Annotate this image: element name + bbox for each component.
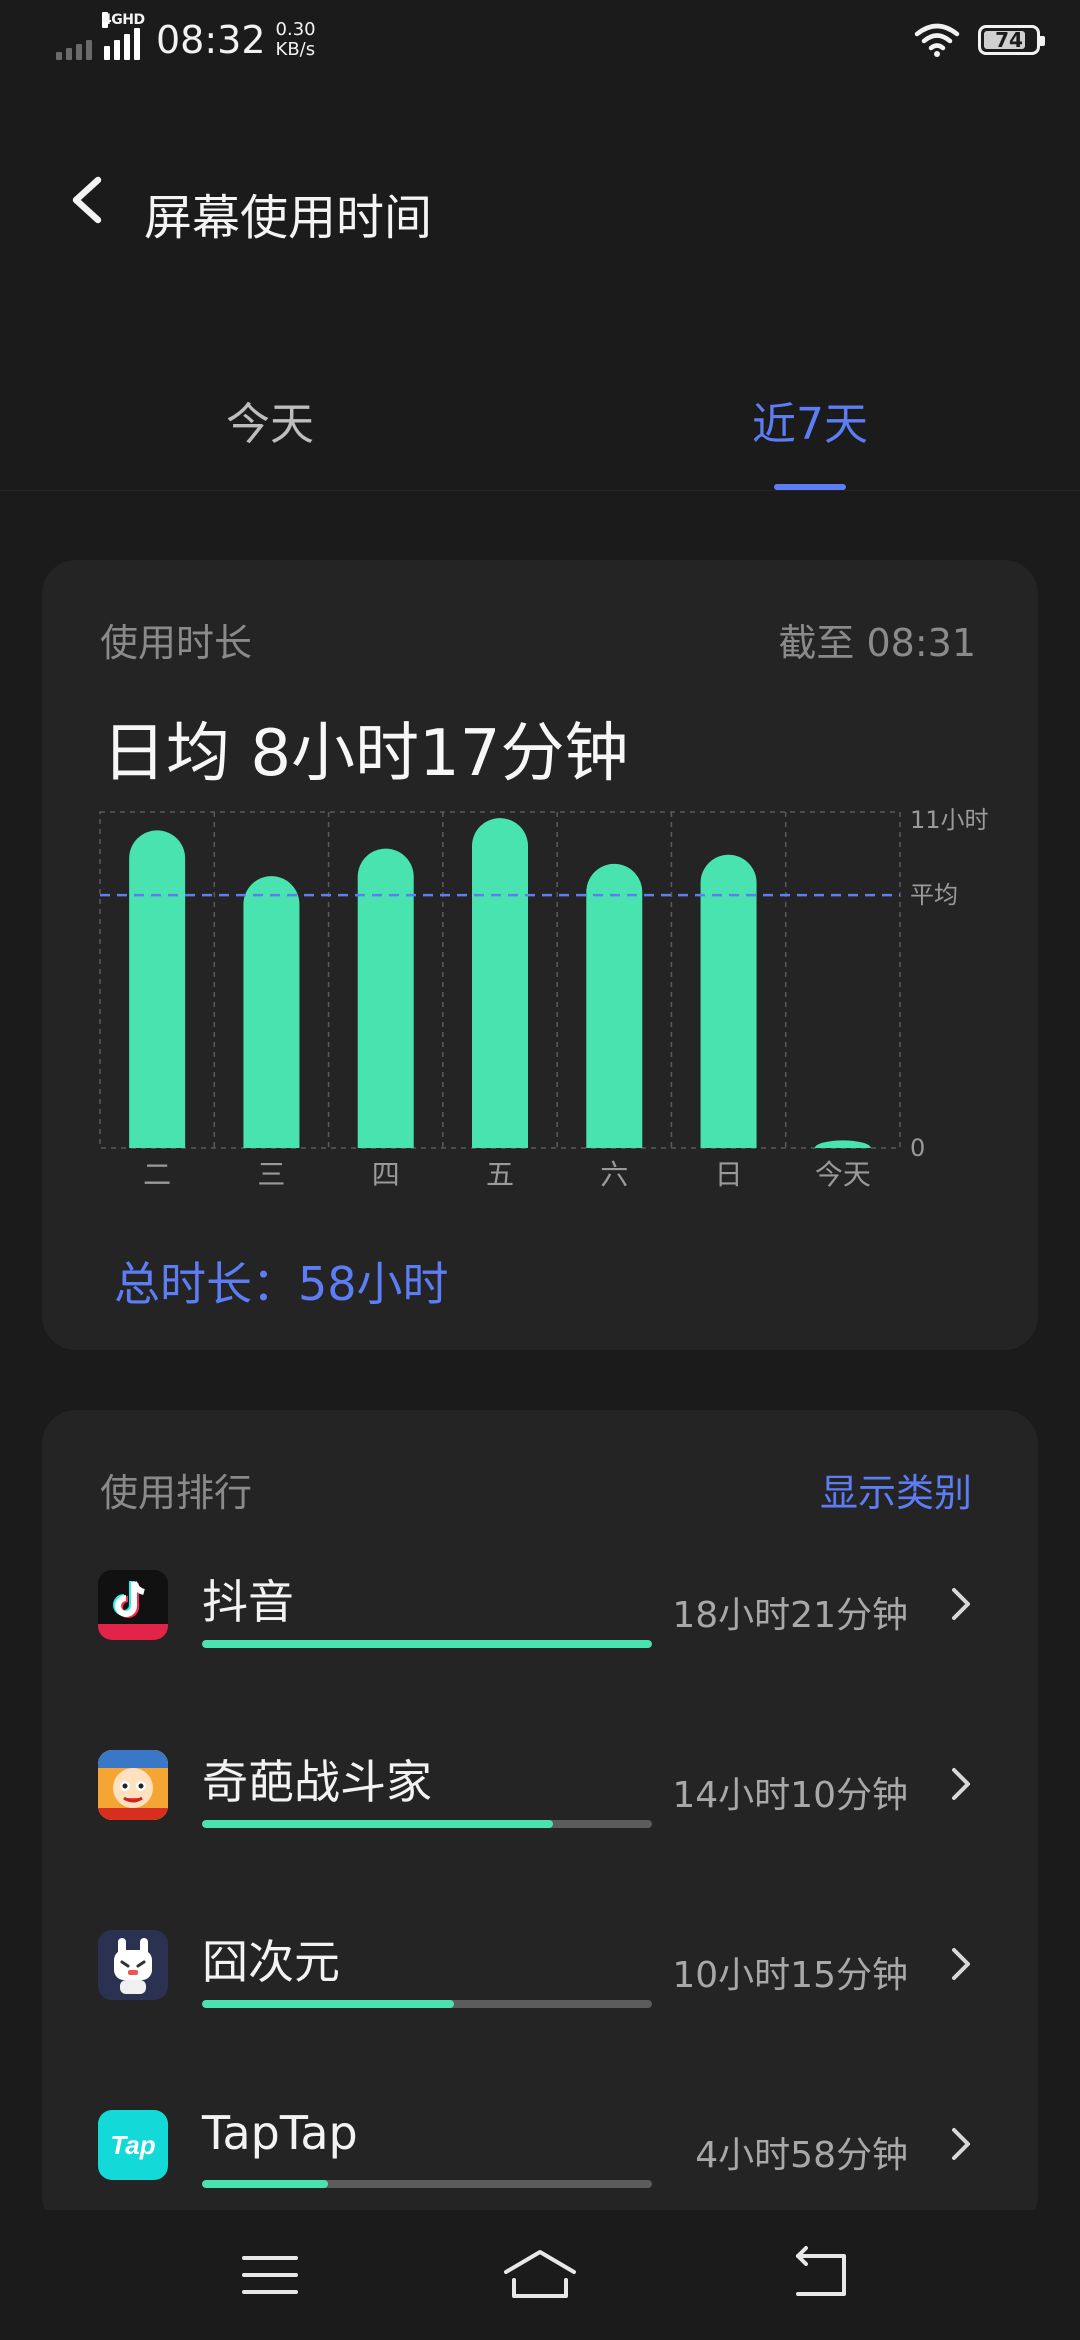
taptap-icon-text: Tap xyxy=(110,2129,156,2160)
network-speed-value: 0.30 xyxy=(275,19,316,40)
total-duration-value: 58小时 xyxy=(298,1257,449,1311)
chart-x-tick-label: 六 xyxy=(600,1158,628,1191)
usage-ranking-card: 使用排行 显示类别 抖音 18小时21分钟 奇葩战斗家 14小时10分钟 囧次元… xyxy=(42,1410,1038,2230)
qipa-fighter-app-icon xyxy=(98,1750,168,1820)
app-usage-bar xyxy=(202,2000,652,2008)
back-icon[interactable] xyxy=(782,2240,862,2310)
battery-percent: 74 xyxy=(995,28,1023,52)
app-name: 抖音 xyxy=(202,1575,294,1629)
screen-time-screen: 4GHD 08:32 0.30 KB/s 74 屏幕使用时间 今天 近7天 使用… xyxy=(0,0,1080,2340)
app-usage-bar-fill xyxy=(202,1820,553,1828)
app-usage-bar-fill xyxy=(202,2000,454,2008)
chart-bar xyxy=(472,818,528,1148)
status-bar: 4GHD 08:32 0.30 KB/s 74 xyxy=(0,0,1080,84)
chart-x-tick-label: 四 xyxy=(372,1158,400,1191)
app-usage-bar xyxy=(202,1640,652,1648)
status-time: 08:32 xyxy=(156,18,266,62)
daily-average: 日均 8小时17分钟 xyxy=(102,717,629,791)
chevron-left-icon[interactable] xyxy=(60,170,120,230)
app-row-jiongciyuan[interactable]: 囧次元 10小时15分钟 xyxy=(42,1920,1038,2070)
chart-bar xyxy=(700,854,757,1148)
chart-bar xyxy=(243,876,300,1148)
chart-x-tick-label: 日 xyxy=(715,1158,743,1191)
total-duration: 总时长： 58小时 xyxy=(114,1248,449,1314)
chart-bar xyxy=(814,1140,871,1148)
app-usage-time: 4小时58分钟 xyxy=(695,2135,908,2176)
app-name: 囧次元 xyxy=(202,1935,340,1989)
page-title: 屏幕使用时间 xyxy=(144,190,433,246)
wifi-icon xyxy=(914,23,960,57)
tab-last-7-days[interactable]: 近7天 xyxy=(660,370,960,470)
chart-average-label: 平均 xyxy=(910,881,958,909)
chevron-right-icon xyxy=(952,1948,970,1980)
header: 屏幕使用时间 xyxy=(0,150,1080,270)
chart-bar xyxy=(357,848,414,1148)
total-duration-label: 总时长： xyxy=(114,1257,298,1311)
app-name: 奇葩战斗家 xyxy=(202,1755,432,1809)
chart-x-tick-label: 今天 xyxy=(815,1158,871,1191)
usage-duration-card: 使用时长 截至 08:31 日均 8小时17分钟 二 三 四 五 六 日 今天 11小时平均 0… xyxy=(42,560,1038,1350)
chevron-right-icon xyxy=(952,2128,970,2160)
show-categories-button[interactable]: 显示类别 xyxy=(820,1462,972,1517)
jiongciyuan-app-icon xyxy=(98,1930,168,2000)
status-left: 4GHD 08:32 0.30 KB/s xyxy=(56,12,316,62)
network-speed: 0.30 KB/s xyxy=(276,20,316,60)
chart-x-tick-label: 五 xyxy=(486,1158,514,1191)
app-usage-time: 14小时10分钟 xyxy=(672,1775,908,1816)
network-type: 4GHD xyxy=(102,12,145,28)
app-row-douyin[interactable]: 抖音 18小时21分钟 xyxy=(42,1560,1038,1710)
tab-today[interactable]: 今天 xyxy=(120,370,420,470)
chevron-right-icon xyxy=(952,1588,970,1620)
chart-bar xyxy=(129,830,186,1148)
taptap-app-icon: Tap xyxy=(98,2110,168,2180)
app-usage-bar-fill xyxy=(202,1640,652,1648)
battery-tip xyxy=(1040,36,1045,46)
app-name: TapTap xyxy=(202,2106,358,2160)
network-speed-unit: KB/s xyxy=(275,39,316,60)
chevron-right-icon xyxy=(952,1768,970,1800)
app-usage-time: 18小时21分钟 xyxy=(672,1595,908,1636)
chart-x-tick-label: 三 xyxy=(257,1158,285,1191)
chart-bar xyxy=(586,863,643,1148)
app-usage-time: 10小时15分钟 xyxy=(672,1955,908,1996)
app-row-qipa-fighter[interactable]: 奇葩战斗家 14小时10分钟 xyxy=(42,1740,1038,1890)
usage-ranking-label: 使用排行 xyxy=(100,1471,253,1515)
system-navigation-bar xyxy=(0,2210,1080,2340)
chart-y-tick-label-min: 0 xyxy=(910,1134,925,1162)
app-usage-bar xyxy=(202,1820,652,1828)
home-icon[interactable] xyxy=(500,2240,580,2310)
as-of-time: 截至 08:31 xyxy=(778,621,976,665)
usage-bar-chart: 二 三 四 五 六 日 今天 11小时平均 0 xyxy=(99,806,989,1191)
cellular-signal-icon xyxy=(56,20,92,60)
menu-icon[interactable] xyxy=(230,2240,310,2310)
tab-selected-indicator xyxy=(774,484,846,490)
app-usage-bar-fill xyxy=(202,2180,328,2188)
status-right: 74 xyxy=(914,22,1045,58)
cellular-signal-icon-active: 4GHD xyxy=(102,12,145,60)
chart-x-tick-label: 二 xyxy=(143,1158,171,1191)
usage-duration-label: 使用时长 xyxy=(100,621,253,665)
douyin-app-icon xyxy=(98,1570,168,1640)
app-usage-bar xyxy=(202,2180,652,2188)
battery-icon: 74 xyxy=(978,25,1045,55)
period-tabs: 今天 近7天 xyxy=(0,370,1080,491)
chart-y-tick-label-max: 11小时 xyxy=(910,806,989,834)
